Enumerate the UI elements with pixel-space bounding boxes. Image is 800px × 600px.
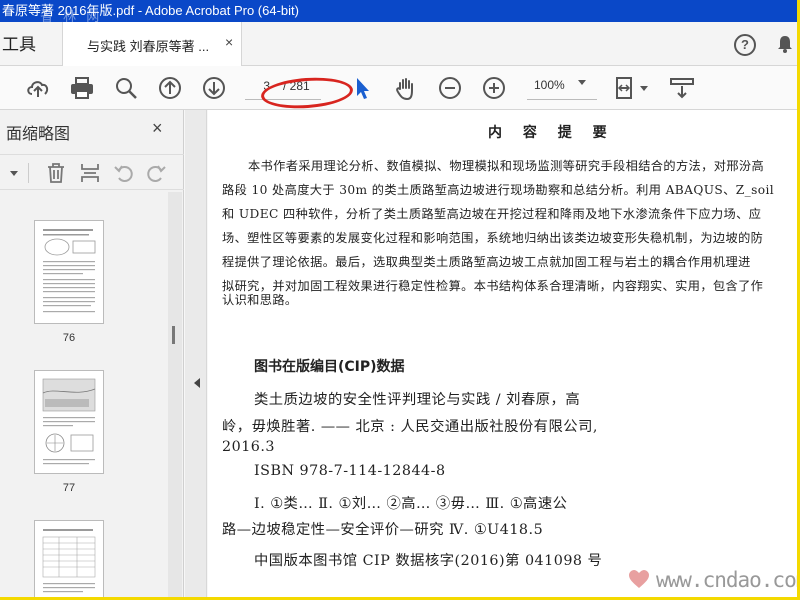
zoom-level-select[interactable]: 100% bbox=[534, 78, 565, 92]
rotate-right-icon[interactable] bbox=[144, 161, 168, 185]
thumbnail-scrollbar-thumb[interactable] bbox=[172, 326, 175, 344]
page-thumbnail[interactable] bbox=[34, 370, 104, 474]
window-titlebar: 春原等著 2016年版.pdf - Adobe Acrobat Pro (64-… bbox=[0, 0, 800, 22]
cip-line: 中国版本图书馆 CIP 数据核字(2016)第 041098 号 bbox=[254, 553, 603, 569]
main-toolbar: 3 / 281 100% bbox=[0, 66, 800, 110]
page-thumbnail[interactable] bbox=[34, 520, 104, 600]
cip-line: 类土质边坡的安全性评判理论与实践 / 刘春原，高 bbox=[254, 392, 581, 408]
hand-tool-icon[interactable] bbox=[392, 74, 420, 102]
previous-page-icon[interactable] bbox=[156, 74, 184, 102]
cip-line: 2016.3 bbox=[222, 439, 276, 455]
tab-row: 工具 与实践 刘春原等著 ... × ? bbox=[0, 22, 800, 66]
abstract-line: 程提供了理论依据。最后，选取典型类土质路堑高边坡工点就加固工程与岩土的耦合作用机… bbox=[222, 255, 751, 269]
abstract-line: 认识和思路。 bbox=[222, 293, 298, 307]
print-icon[interactable] bbox=[68, 74, 96, 102]
delete-page-icon[interactable] bbox=[44, 161, 68, 185]
tab-document-label: 与实践 刘春原等著 ... bbox=[87, 39, 210, 54]
panel-collapse-strip[interactable] bbox=[185, 110, 207, 600]
zoom-out-icon[interactable] bbox=[436, 74, 464, 102]
cip-line: Ⅰ. ①类… Ⅱ. ①刘… ②高… ③毋… Ⅲ. ①高速公 bbox=[254, 496, 568, 512]
thumbnail-scrollbar[interactable] bbox=[168, 192, 182, 600]
heart-logo-icon bbox=[629, 570, 649, 588]
page-thumbnail[interactable] bbox=[34, 220, 104, 324]
rotate-left-icon[interactable] bbox=[112, 161, 136, 185]
panel-divider bbox=[28, 163, 29, 183]
abstract-line: 拟研究，并对加固工程效果进行稳定性检算。本书结构体系合理清晰，内容翔实、实用，包… bbox=[222, 279, 764, 293]
cloud-upload-icon[interactable] bbox=[24, 74, 52, 102]
abstract-title: 内 容 提 要 bbox=[488, 125, 615, 141]
bell-icon[interactable] bbox=[776, 34, 794, 54]
tab-document[interactable]: 与实践 刘春原等著 ... × bbox=[62, 22, 242, 66]
thumbnail-list: 76 77 bbox=[0, 192, 168, 600]
site-watermark: www.cndao.com bbox=[656, 568, 800, 592]
cip-heading: 图书在版编目(CIP)数据 bbox=[254, 359, 405, 375]
panel-toolbar bbox=[0, 154, 184, 190]
next-page-icon[interactable] bbox=[200, 74, 228, 102]
tab-close-icon[interactable]: × bbox=[225, 34, 233, 50]
zoom-search-icon[interactable] bbox=[112, 74, 140, 102]
thumbnail-page-number: 77 bbox=[62, 482, 76, 494]
abstract-line: 和 UDEC 四种软件，分析了类土质路堑高边坡在开挖过程和降雨及地下水渗流条件下… bbox=[222, 207, 762, 221]
cip-line: 岭，毋焕胜著. —— 北京 : 人民交通出版社股份有限公司, bbox=[222, 419, 598, 435]
options-chevron-icon[interactable] bbox=[10, 171, 18, 176]
insert-page-icon[interactable] bbox=[78, 161, 102, 185]
panel-title: 面缩略图 bbox=[6, 126, 71, 143]
document-page: 内 容 提 要 本书作者采用理论分析、数值模拟、物理模拟和现场监测等研究手段相结… bbox=[208, 110, 800, 600]
fit-page-icon[interactable] bbox=[612, 74, 640, 102]
help-icon[interactable]: ? bbox=[734, 34, 756, 56]
collapse-arrow-icon[interactable] bbox=[194, 378, 200, 388]
abstract-line: 本书作者采用理论分析、数值模拟、物理模拟和现场监测等研究手段相结合的方法，对邢汾… bbox=[248, 159, 765, 173]
thumbnail-page-number: 76 bbox=[62, 332, 76, 344]
abstract-line: 场、塑性区等要素的发展变化过程和影响范围，系统地归纳出该类边坡变形失稳机制，为边… bbox=[222, 231, 764, 245]
tab-tools[interactable]: 工具 bbox=[0, 30, 36, 55]
cip-line: ISBN 978-7-114-12844-8 bbox=[254, 463, 446, 479]
zoom-select-underline bbox=[527, 99, 597, 100]
zoom-in-icon[interactable] bbox=[480, 74, 508, 102]
panel-close-icon[interactable]: × bbox=[152, 118, 163, 139]
abstract-line: 路段 10 处高度大于 30m 的类土质路堑高边坡进行现场勘察和总结分析。利用 … bbox=[222, 183, 775, 197]
fit-menu-chevron-icon[interactable] bbox=[640, 86, 648, 91]
chevron-down-icon[interactable] bbox=[578, 80, 586, 85]
scrolling-mode-icon[interactable] bbox=[668, 74, 696, 102]
cip-line: 路—边坡稳定性—安全评价—研究 Ⅳ. ①U418.5 bbox=[222, 522, 544, 538]
page-thumbnails-panel: 面缩略图 × 76 77 bbox=[0, 110, 184, 600]
